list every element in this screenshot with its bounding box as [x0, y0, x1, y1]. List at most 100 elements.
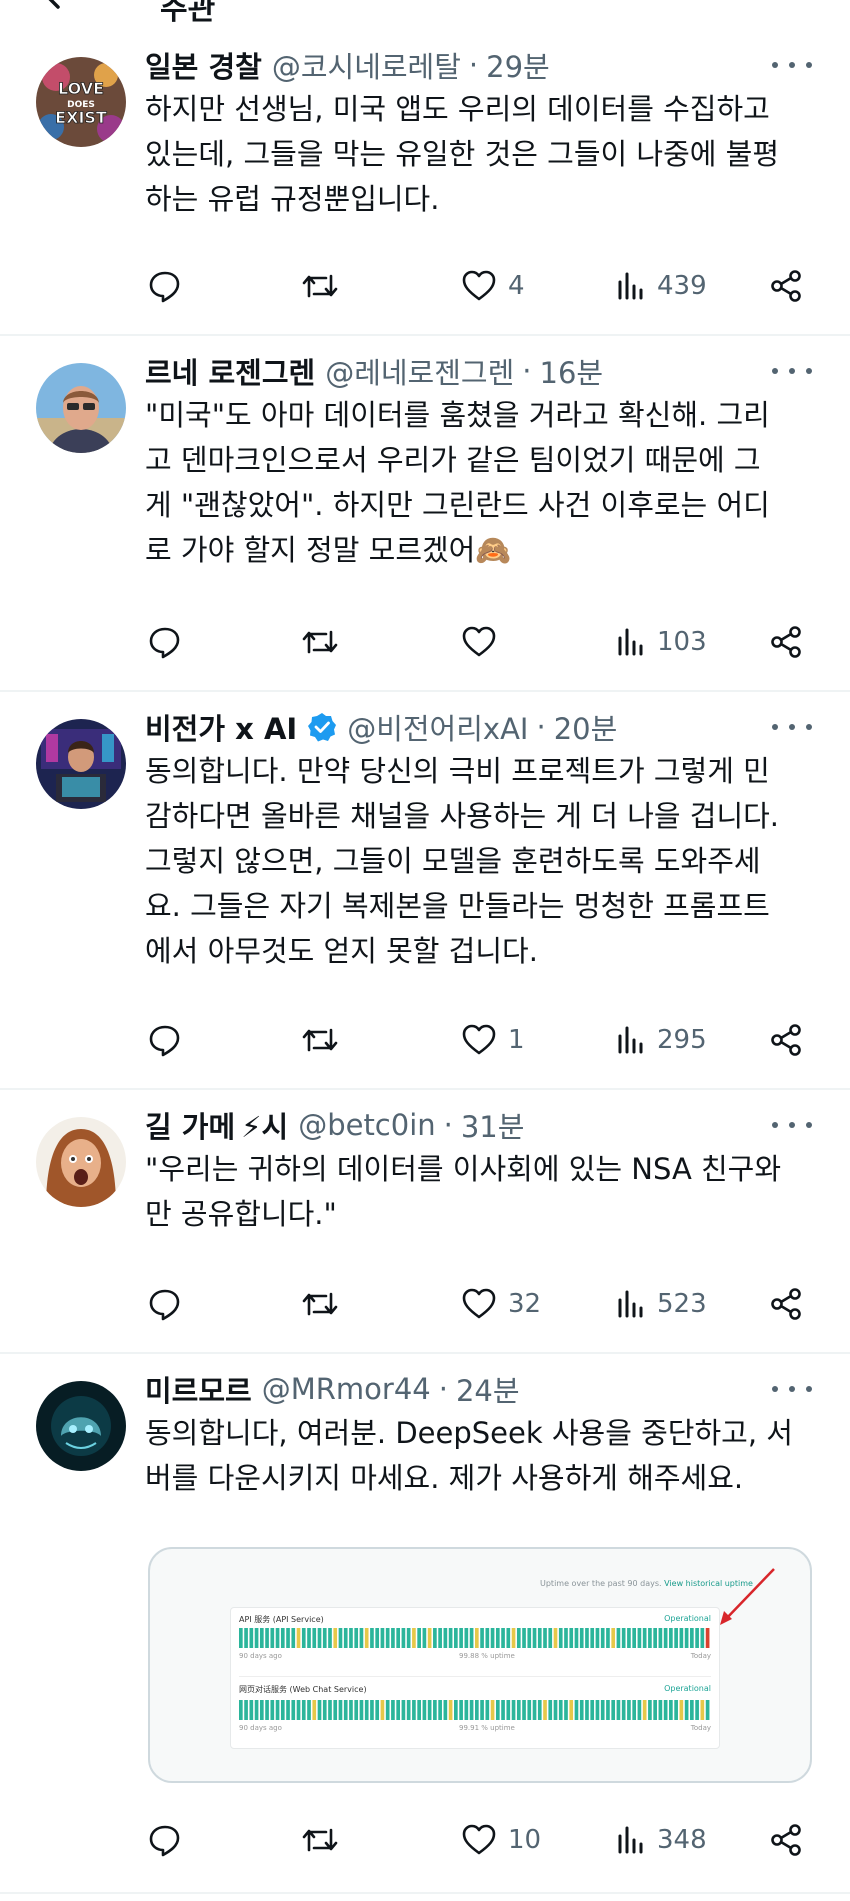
top-bar: 주관: [0, 0, 850, 30]
views-button[interactable]: 103: [615, 622, 707, 662]
uptime-day-bar: [632, 1628, 636, 1648]
tweet[interactable]: 길 가메 ⚡시 @betc0in · 31분 "우리는 귀하의 데이터를 이사회…: [0, 1090, 850, 1354]
uptime-day-bar: [291, 1700, 296, 1720]
uptime-day-bar: [270, 1628, 275, 1648]
display-name[interactable]: 비전가 x AI: [145, 706, 297, 748]
display-name[interactable]: 길 가메: [145, 1104, 235, 1146]
handle[interactable]: @betc0in: [298, 1108, 435, 1142]
repost-button[interactable]: [300, 266, 340, 306]
back-arrow-icon[interactable]: [40, 0, 80, 18]
handle[interactable]: @MRmor44: [262, 1372, 431, 1406]
action-bar: 10 348: [145, 1820, 815, 1860]
tweet[interactable]: LOVE DOES EXIST 일본 경찰 @코시네로레탈 · 29분 하지만 …: [0, 30, 850, 336]
uptime-day-bar: [585, 1628, 589, 1648]
repost-button[interactable]: [300, 1020, 340, 1060]
avatar[interactable]: [36, 363, 126, 453]
timestamp[interactable]: 29분: [486, 44, 550, 86]
avatar[interactable]: [36, 1117, 126, 1207]
repost-icon: [302, 1028, 338, 1052]
uptime-day-bar: [459, 1700, 463, 1720]
views-button[interactable]: 295: [615, 1020, 707, 1060]
uptime-day-bar: [695, 1700, 699, 1720]
uptime-day-bar: [443, 1700, 448, 1720]
uptime-day-bar: [270, 1700, 275, 1720]
timestamp[interactable]: 16분: [540, 350, 604, 392]
repost-button[interactable]: [300, 622, 340, 662]
tweet[interactable]: 비전가 x AI @비전어리xAI · 20분 동의합니다. 만약 당신의 극비…: [0, 692, 850, 1090]
like-button[interactable]: 32: [460, 1284, 541, 1324]
views-button[interactable]: 348: [615, 1820, 707, 1860]
share-button[interactable]: [768, 1284, 804, 1324]
avatar[interactable]: [36, 1381, 126, 1471]
uptime-day-bar: [569, 1628, 574, 1648]
timestamp[interactable]: 20분: [554, 706, 618, 748]
reply-icon: [149, 1289, 180, 1321]
timestamp[interactable]: 31분: [461, 1104, 525, 1146]
display-name[interactable]: 미르모르: [145, 1368, 252, 1410]
more-options-icon[interactable]: [772, 361, 812, 381]
uptime-day-bar: [333, 1628, 338, 1648]
uptime-day-bar: [312, 1700, 317, 1720]
reply-button[interactable]: [147, 1020, 183, 1060]
uptime-day-bar: [606, 1700, 610, 1720]
like-button[interactable]: 1: [460, 1020, 525, 1060]
handle[interactable]: @레네로젠그렌: [325, 350, 514, 392]
separator-dot: ·: [536, 710, 546, 744]
share-button[interactable]: [768, 622, 804, 662]
repost-icon: [302, 630, 338, 654]
more-options-icon[interactable]: [772, 1379, 812, 1399]
uptime-day-bar: [275, 1700, 280, 1720]
repost-button[interactable]: [300, 1820, 340, 1860]
tweet[interactable]: 르네 로젠그렌 @레네로젠그렌 · 16분 "미국"도 아마 데이터를 훔쳤을 …: [0, 336, 850, 692]
tweet-text: 동의합니다, 여러분. DeepSeek 사용을 중단하고, 서 버를 다운시키…: [145, 1416, 793, 1495]
more-options-icon[interactable]: [772, 717, 812, 737]
like-count: 10: [508, 1825, 542, 1855]
handle[interactable]: @코시네로레탈: [272, 44, 461, 86]
views-button[interactable]: 439: [615, 266, 707, 306]
views-button[interactable]: 523: [615, 1284, 707, 1324]
heart-icon: [462, 270, 496, 301]
divider: [239, 1676, 711, 1677]
more-options-icon[interactable]: [772, 55, 812, 75]
share-button[interactable]: [768, 1020, 804, 1060]
timestamp[interactable]: 24분: [456, 1368, 520, 1410]
status-panel: API 服务 (API Service) Operational 90 days…: [230, 1607, 720, 1749]
uptime-day-bar: [343, 1628, 348, 1648]
more-options-icon[interactable]: [772, 1115, 812, 1135]
repost-button[interactable]: [300, 1284, 340, 1324]
avatar[interactable]: [36, 719, 126, 809]
share-button[interactable]: [768, 1820, 804, 1860]
uptime-day-bar: [422, 1700, 427, 1720]
uptime-day-bar: [307, 1628, 311, 1648]
handle[interactable]: @비전어리xAI: [347, 706, 528, 748]
uptime-day-bar: [616, 1700, 621, 1720]
reply-button[interactable]: [147, 1820, 183, 1860]
uptime-day-bar: [705, 1700, 710, 1720]
avatar[interactable]: LOVE DOES EXIST: [36, 57, 126, 147]
tweet-text: "미국"도 아마 데이터를 훔쳤을 거라고 확신해. 그리 고 덴마크인으로서 …: [145, 398, 770, 567]
uptime-day-bar: [653, 1628, 657, 1648]
reply-button[interactable]: [147, 622, 183, 662]
uptime-day-bar: [695, 1628, 699, 1648]
uptime-day-bar: [333, 1700, 338, 1720]
share-button[interactable]: [768, 266, 804, 306]
uptime-day-bar: [558, 1700, 563, 1720]
like-button[interactable]: 10: [460, 1820, 541, 1860]
tweet-media-image[interactable]: Uptime over the past 90 days. View histo…: [148, 1547, 812, 1783]
views-icon: [618, 1026, 643, 1054]
uptime-day-bar: [391, 1700, 395, 1720]
uptime-day-bar: [328, 1628, 332, 1648]
uptime-day-bar: [684, 1628, 689, 1648]
display-name[interactable]: 르네 로젠그렌: [145, 350, 315, 392]
uptime-day-bar: [380, 1700, 385, 1720]
reply-button[interactable]: [147, 1284, 183, 1324]
like-button[interactable]: [460, 622, 508, 662]
reply-button[interactable]: [147, 266, 183, 306]
uptime-day-bar: [296, 1700, 301, 1720]
like-button[interactable]: 4: [460, 266, 525, 306]
uptime-day-bar: [396, 1628, 400, 1648]
uptime-day-bar: [427, 1700, 432, 1720]
uptime-day-bar: [265, 1628, 269, 1648]
uptime-day-bar: [259, 1700, 264, 1720]
display-name[interactable]: 일본 경찰: [145, 44, 262, 86]
